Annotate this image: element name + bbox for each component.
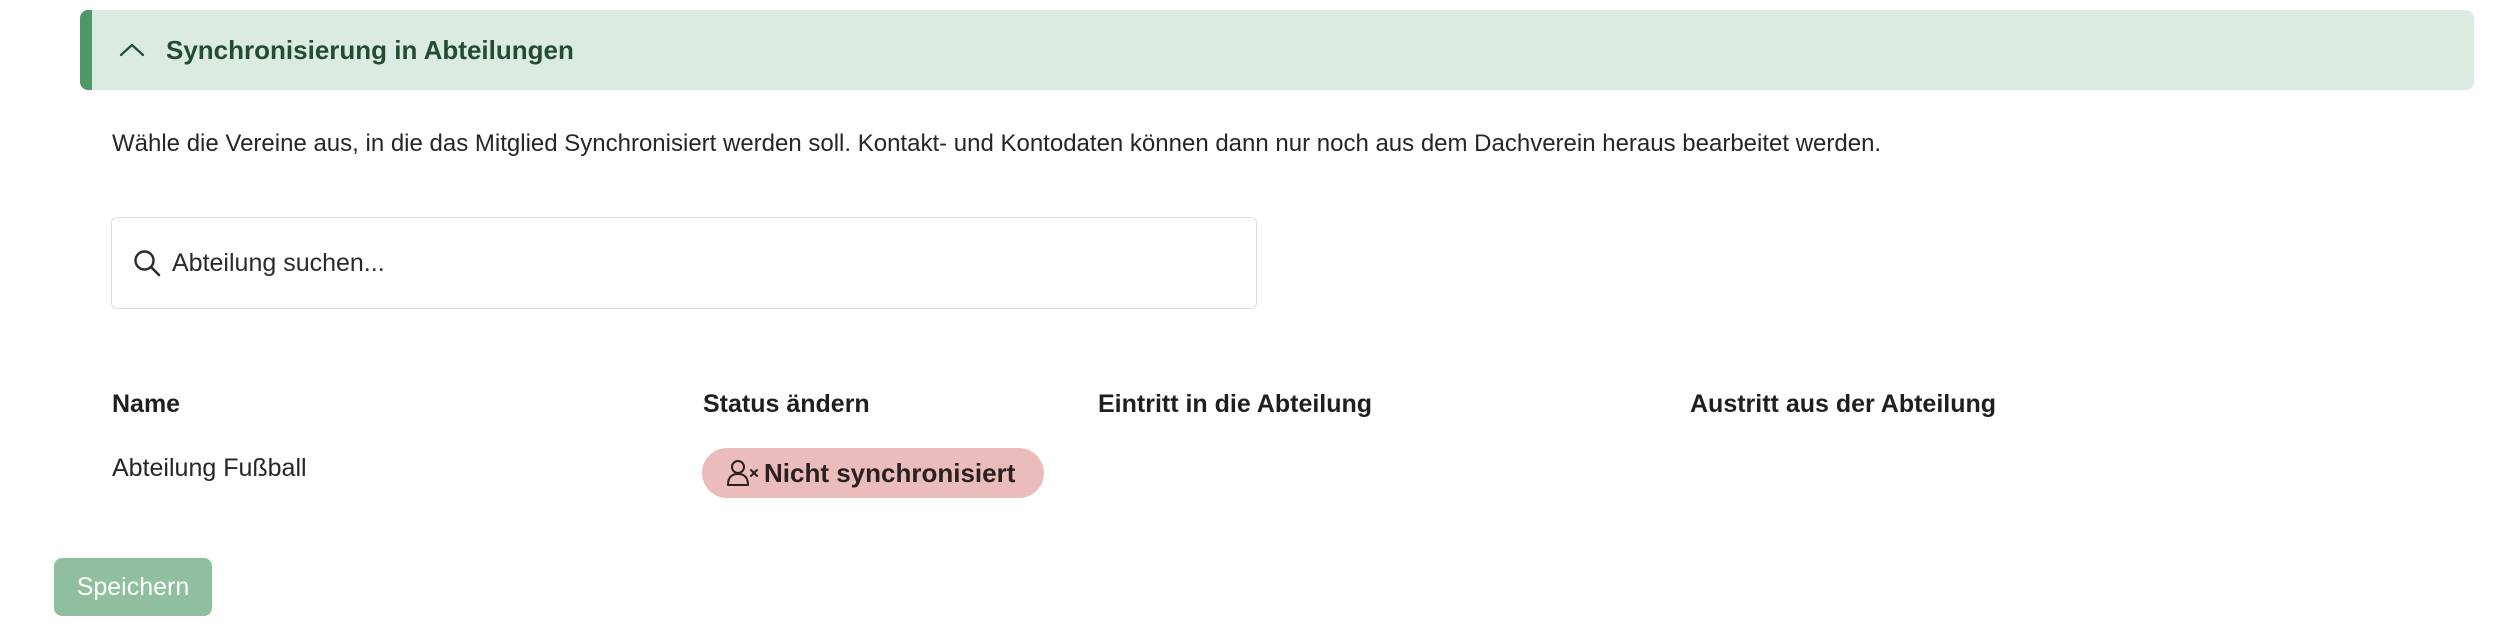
section-header-sync-departments[interactable]: Synchronisierung in Abteilungen	[80, 10, 2474, 90]
search-input[interactable]	[170, 247, 1224, 279]
status-toggle-button[interactable]: Nicht synchronisiert	[702, 448, 1044, 498]
column-header-eintritt: Eintritt in die Abteilung	[1098, 390, 1373, 418]
user-x-icon	[726, 458, 760, 488]
status-badge-label: Nicht synchronisiert	[764, 457, 1016, 488]
chevron-up-icon	[114, 32, 150, 68]
section-description: Wähle die Vereine aus, in die das Mitgli…	[112, 130, 1882, 157]
search-icon	[130, 246, 164, 280]
department-search-field[interactable]	[111, 217, 1257, 309]
column-header-name: Name	[112, 390, 181, 418]
section-title: Synchronisierung in Abteilungen	[166, 34, 574, 65]
column-header-austritt: Austritt aus der Abteilung	[1690, 390, 1997, 418]
column-header-status: Status ändern	[703, 390, 870, 418]
table-row-name: Abteilung Fußball	[112, 454, 307, 482]
save-button[interactable]: Speichern	[54, 558, 212, 616]
